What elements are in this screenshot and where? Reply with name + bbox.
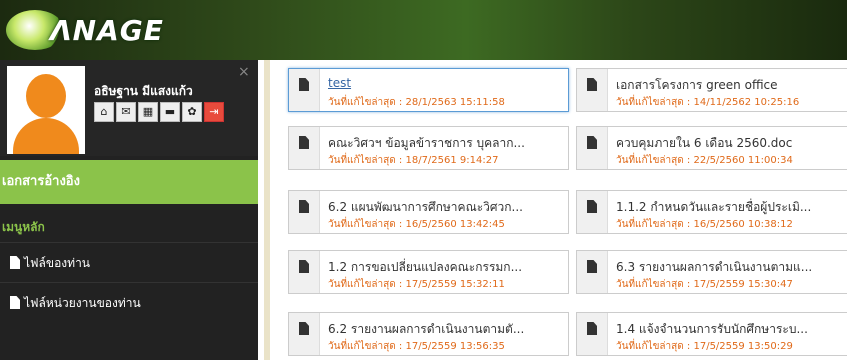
document-title[interactable]: ควบคุมภายใน 6 เดือน 2560.doc (616, 134, 847, 153)
document-modified-date: วันที่แก้ไขล่าสุด : 14/11/2562 10:25:16 (616, 97, 800, 108)
logo-text: ɅNAGE (50, 14, 164, 47)
document-modified-date: วันที่แก้ไขล่าสุด : 16/5/2560 10:38:12 (616, 219, 793, 230)
file-icon (10, 296, 20, 309)
comment-icon[interactable]: ▬ (160, 102, 180, 122)
sidebar-item-label: ไฟล์หน่วยงานของท่าน (24, 296, 141, 310)
document-card[interactable]: คณะวิศวฯ ข้อมูลข้าราชการ บุคลาก... วันที… (288, 126, 569, 170)
sidebar-item-my-files[interactable]: ไฟล์ของท่าน (0, 242, 258, 282)
document-title[interactable]: test (328, 76, 560, 90)
document-title[interactable]: 6.2 รายงานผลการดำเนินงานตามตั... (328, 320, 560, 339)
logout-icon[interactable]: ⇥ (204, 102, 224, 122)
sidebar-item-reference-docs[interactable]: เอกสารอ้างอิง (0, 160, 260, 204)
document-card[interactable]: 6.3 รายงานผลการดำเนินงานตามแ... วันที่แก… (576, 250, 847, 294)
gear-icon[interactable]: ✿ (182, 102, 202, 122)
document-title[interactable]: 6.3 รายงานผลการดำเนินงานตามแ... (616, 258, 847, 277)
file-icon (587, 200, 597, 213)
file-icon (587, 322, 597, 335)
sidebar-section-main-menu: เมนูหลัก (2, 220, 45, 234)
file-icon (299, 200, 309, 213)
document-modified-date: วันที่แก้ไขล่าสุด : 18/7/2561 9:14:27 (328, 155, 499, 166)
document-modified-date: วันที่แก้ไขล่าสุด : 17/5/2559 15:32:11 (328, 279, 505, 290)
file-icon (587, 78, 597, 91)
document-modified-date: วันที่แก้ไขล่าสุด : 16/5/2560 13:42:45 (328, 219, 505, 230)
document-title[interactable]: 6.2 แผนพัฒนาการศึกษาคณะวิศวก... (328, 198, 560, 217)
document-card[interactable]: 1.2 การขอเปลี่ยนแปลงคณะกรรมก... วันที่แก… (288, 250, 569, 294)
file-icon (587, 136, 597, 149)
user-name: อธิษฐาน มีแสงแก้ว (94, 84, 193, 98)
document-grid: test วันที่แก้ไขล่าสุด : 28/1/2563 15:11… (258, 60, 847, 360)
file-icon (299, 136, 309, 149)
document-card[interactable]: เอกสารโครงการ green office วันที่แก้ไขล่… (576, 68, 847, 112)
mail-icon[interactable]: ✉ (116, 102, 136, 122)
sidebar: อธิษฐาน มีแสงแก้ว × ⌂ ✉ ▦ ▬ ✿ ⇥ เอกสารอ้… (0, 60, 260, 360)
user-profile-panel: อธิษฐาน มีแสงแก้ว × ⌂ ✉ ▦ ▬ ✿ ⇥ (0, 60, 258, 156)
document-modified-date: วันที่แก้ไขล่าสุด : 17/5/2559 13:50:29 (616, 341, 793, 352)
document-title[interactable]: 1.4 แจ้งจำนวนการรับนักศึกษาระบ... (616, 320, 847, 339)
document-title[interactable]: 1.2 การขอเปลี่ยนแปลงคณะกรรมก... (328, 258, 560, 277)
app-header: ɅNAGE (0, 0, 847, 60)
document-card[interactable]: 1.1.2 กำหนดวันและรายชื่อผู้ประเมิ... วัน… (576, 190, 847, 234)
file-icon (587, 260, 597, 273)
document-title[interactable]: เอกสารโครงการ green office (616, 76, 847, 95)
document-card[interactable]: 1.4 แจ้งจำนวนการรับนักศึกษาระบ... วันที่… (576, 312, 847, 356)
document-modified-date: วันที่แก้ไขล่าสุด : 28/1/2563 15:11:58 (328, 97, 505, 108)
calendar-icon[interactable]: ▦ (138, 102, 158, 122)
content-divider (264, 60, 270, 360)
home-icon[interactable]: ⌂ (94, 102, 114, 122)
sidebar-item-unit-files[interactable]: ไฟล์หน่วยงานของท่าน (0, 282, 258, 322)
file-icon (299, 78, 309, 91)
sidebar-item-label: ไฟล์ของท่าน (24, 256, 91, 270)
profile-icon-bar: ⌂ ✉ ▦ ▬ ✿ ⇥ (94, 102, 226, 122)
file-icon (10, 256, 20, 269)
document-card[interactable]: 6.2 รายงานผลการดำเนินงานตามตั... วันที่แ… (288, 312, 569, 356)
app-logo[interactable]: ɅNAGE (6, 8, 196, 52)
document-modified-date: วันที่แก้ไขล่าสุด : 17/5/2559 13:56:35 (328, 341, 505, 352)
avatar (7, 66, 85, 154)
document-modified-date: วันที่แก้ไขล่าสุด : 17/5/2559 15:30:47 (616, 279, 793, 290)
file-icon (299, 322, 309, 335)
document-card[interactable]: 6.2 แผนพัฒนาการศึกษาคณะวิศวก... วันที่แก… (288, 190, 569, 234)
document-card[interactable]: ควบคุมภายใน 6 เดือน 2560.doc วันที่แก้ไข… (576, 126, 847, 170)
close-icon[interactable]: × (238, 64, 250, 80)
document-card[interactable]: test วันที่แก้ไขล่าสุด : 28/1/2563 15:11… (288, 68, 569, 112)
document-title[interactable]: คณะวิศวฯ ข้อมูลข้าราชการ บุคลาก... (328, 134, 560, 153)
file-icon (299, 260, 309, 273)
document-title[interactable]: 1.1.2 กำหนดวันและรายชื่อผู้ประเมิ... (616, 198, 847, 217)
document-modified-date: วันที่แก้ไขล่าสุด : 22/5/2560 11:00:34 (616, 155, 793, 166)
